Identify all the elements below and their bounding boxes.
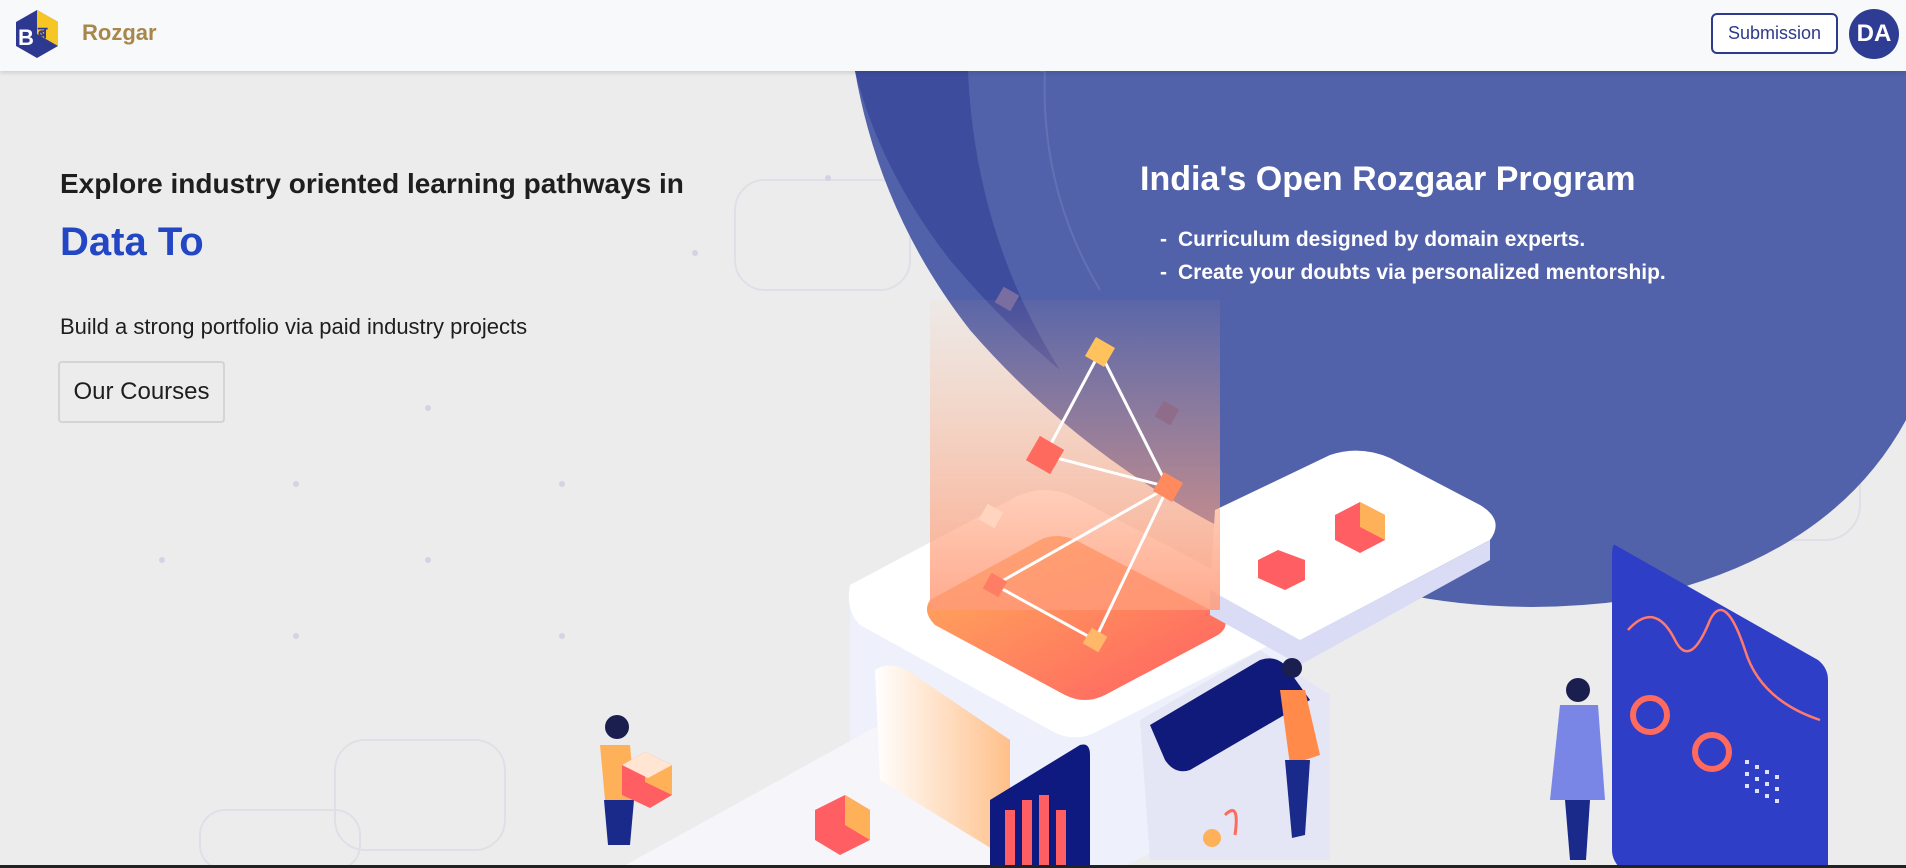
person-right: [1550, 678, 1605, 860]
svg-text:B: B: [18, 25, 34, 50]
rozgar-logo[interactable]: B ब: [14, 8, 60, 60]
program-title: India's Open Rozgaar Program: [1140, 160, 1636, 198]
hero-subtitle: Build a strong portfolio via paid indust…: [60, 314, 528, 339]
program-points: - Curriculum designed by domain experts. …: [1160, 228, 1666, 294]
svg-text:ब: ब: [37, 23, 48, 42]
person-bottom: [1203, 829, 1221, 847]
person-left: [600, 715, 672, 845]
program-info: India's Open Rozgaar Program - Curriculum…: [1140, 160, 1666, 284]
top-navbar: B ब Rozgar Submission DA: [0, 0, 1906, 71]
program-point: - Create your doubts via personalized men…: [1160, 261, 1666, 284]
hero-eyebrow: Explore industry oriented learning pathw…: [60, 168, 684, 199]
light-beam: [930, 300, 1220, 610]
brand-name[interactable]: Rozgar: [82, 20, 157, 46]
submission-button[interactable]: Submission: [1711, 13, 1838, 54]
program-point: - Curriculum designed by domain experts.: [1160, 228, 1586, 251]
hero-focus-text: Data To: [60, 220, 204, 264]
dashboard-card: [1612, 544, 1828, 868]
our-courses-button[interactable]: Our Courses: [58, 361, 225, 423]
hero-intro: Explore industry oriented learning pathw…: [58, 168, 684, 423]
user-avatar[interactable]: DA: [1849, 9, 1899, 59]
